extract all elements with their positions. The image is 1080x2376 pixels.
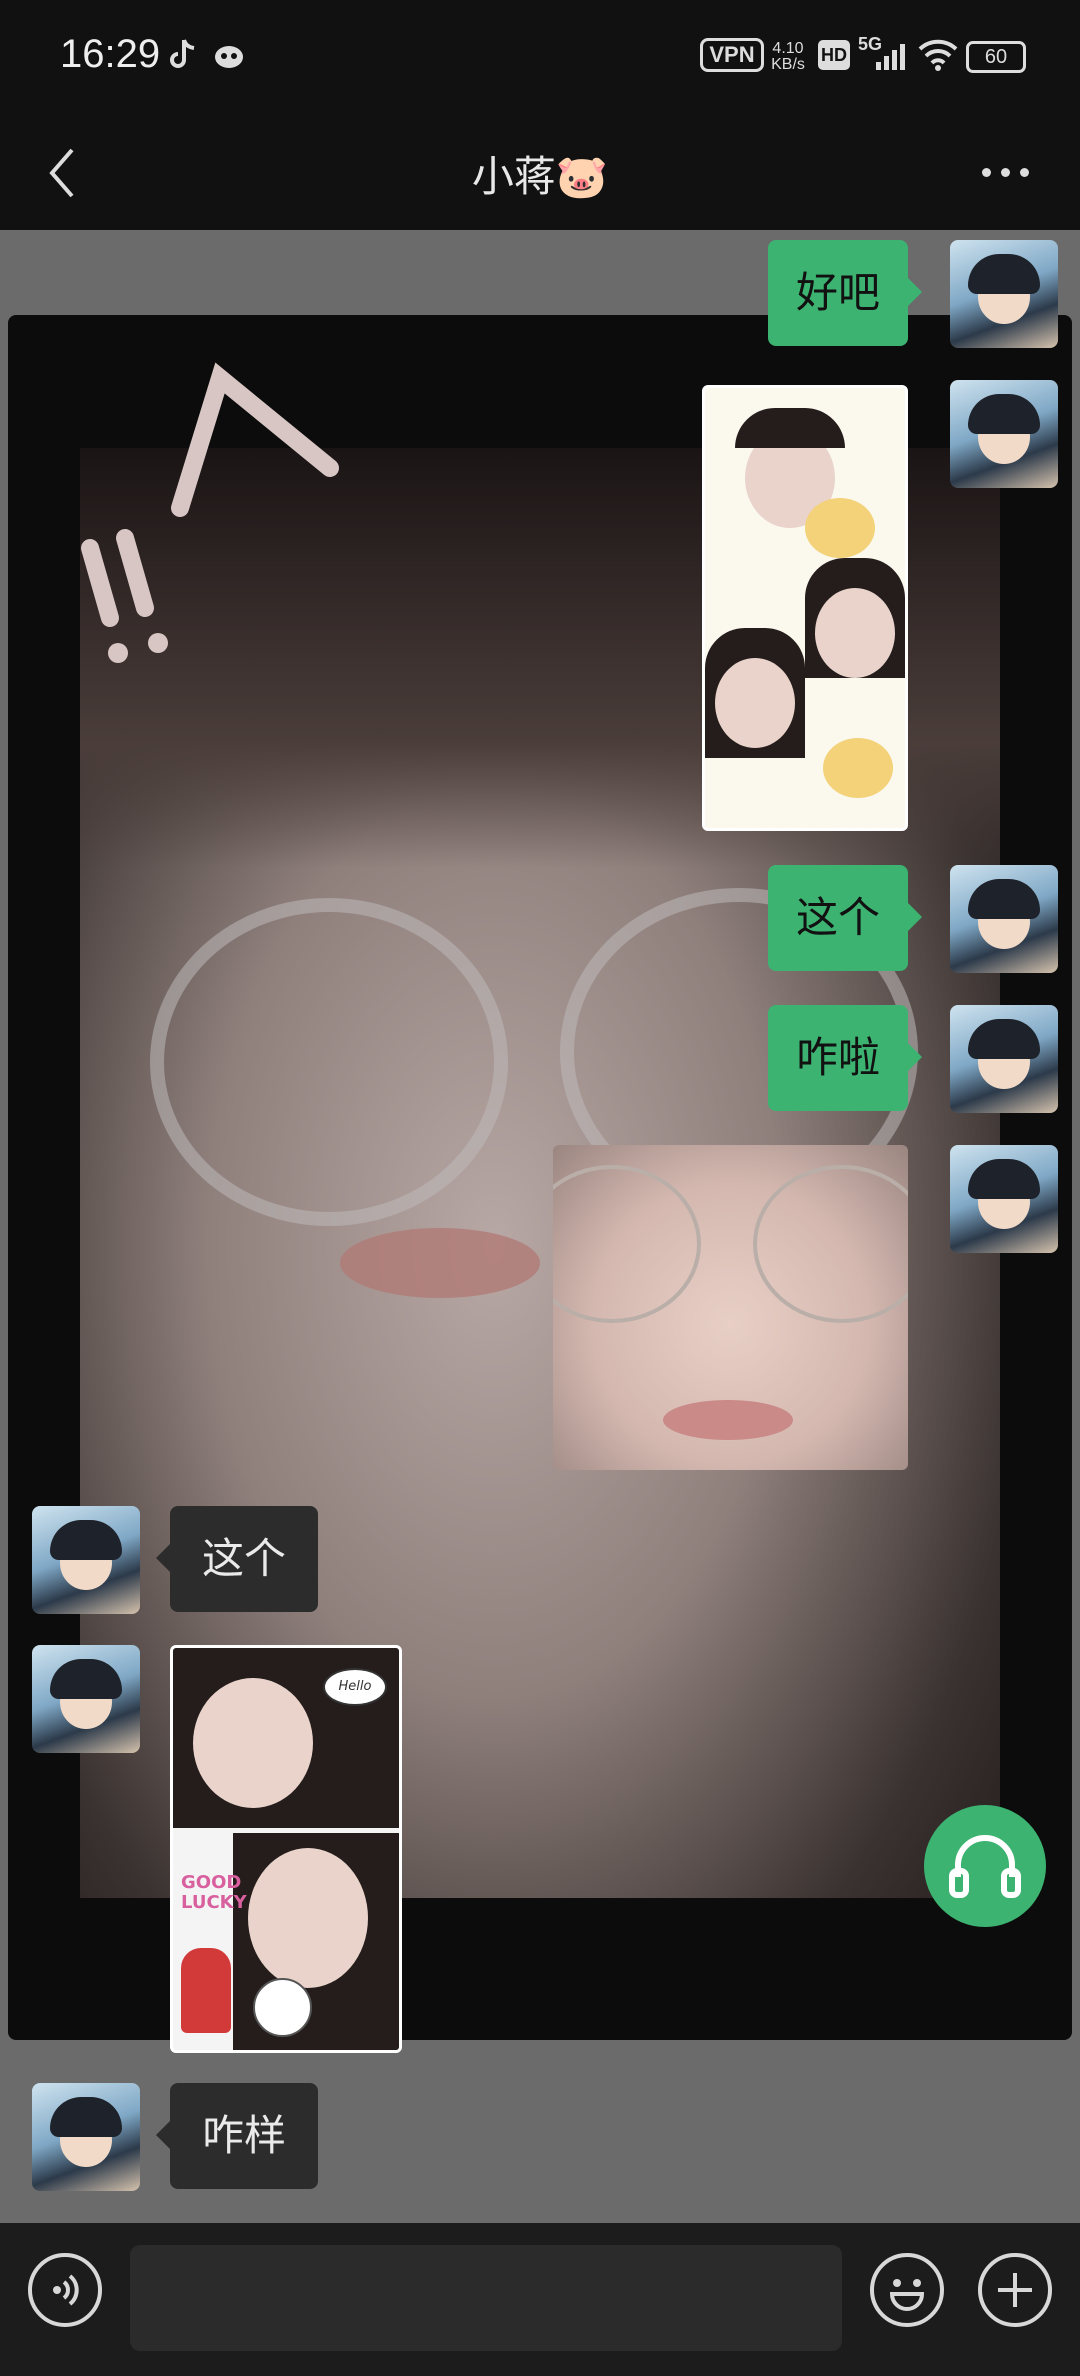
battery-icon: 60 bbox=[966, 41, 1026, 73]
my-avatar[interactable] bbox=[950, 1145, 1058, 1253]
sticker-face bbox=[715, 658, 795, 748]
message-bubble-incoming[interactable]: 这个 bbox=[155, 1506, 319, 1612]
chat-header: 小蒋🐷 bbox=[0, 115, 1080, 230]
wallpaper-doodle bbox=[81, 362, 339, 663]
my-avatar[interactable] bbox=[950, 1005, 1058, 1113]
chat-title: 小蒋🐷 bbox=[471, 152, 609, 201]
sticker-glasses bbox=[553, 1165, 701, 1323]
message-list[interactable]: 好吧 这个 咋啦 这个 Hello GOOD LUCKY 咋样 bbox=[0, 230, 1080, 2223]
message-bubble-incoming[interactable]: 咋样 bbox=[155, 2083, 319, 2189]
pompompurin-sticker bbox=[805, 498, 875, 558]
input-bar bbox=[0, 2223, 1080, 2376]
chat-wallpaper bbox=[8, 315, 1072, 2040]
more-dots-icon[interactable] bbox=[970, 145, 1040, 199]
wifi-icon bbox=[916, 38, 960, 72]
vpn-badge: VPN bbox=[700, 38, 764, 72]
my-avatar[interactable] bbox=[950, 865, 1058, 973]
plus-button[interactable] bbox=[978, 2253, 1052, 2327]
wallpaper-lips bbox=[340, 1228, 540, 1298]
message-bubble-outgoing[interactable]: 这个 bbox=[767, 865, 923, 971]
net-speed: 4.10 KB/s bbox=[766, 40, 810, 74]
chat-screen: 16:29 VPN 4.10 KB/s HD 5G 60 小蒋🐷 好吧 这个 咋… bbox=[0, 0, 1080, 2376]
sticker-hair bbox=[735, 408, 845, 448]
pompompurin-sticker bbox=[823, 738, 893, 798]
headphones-button[interactable] bbox=[924, 1805, 1046, 1927]
battery-level: 60 bbox=[984, 45, 1008, 68]
status-bar: 16:29 VPN 4.10 KB/s HD 5G 60 bbox=[0, 0, 1080, 115]
sticker-glasses bbox=[753, 1165, 908, 1323]
plus-icon bbox=[998, 2273, 1032, 2307]
emoji-icon bbox=[889, 2279, 925, 2311]
hd-badge: HD bbox=[818, 40, 850, 70]
sticker-lips bbox=[663, 1400, 793, 1440]
message-bubble-outgoing[interactable]: 咋啦 bbox=[767, 1005, 923, 1111]
net-speed-value: 4.10 bbox=[772, 40, 804, 57]
signal-label: 5G bbox=[858, 34, 883, 54]
photo-collage-sticker[interactable]: Hello GOOD LUCKY bbox=[170, 1645, 402, 2053]
signal-icon: 5G bbox=[858, 34, 908, 72]
tiktok-icon bbox=[166, 38, 200, 72]
contact-avatar[interactable] bbox=[32, 2083, 140, 2191]
contact-avatar[interactable] bbox=[32, 1645, 140, 1753]
cartoon-dog-sticker bbox=[253, 1978, 312, 2037]
emoji-button[interactable] bbox=[870, 2253, 944, 2327]
app-notification-icon bbox=[212, 38, 246, 72]
message-bubble-outgoing[interactable]: 好吧 bbox=[767, 240, 923, 346]
wallpaper-glasses-left bbox=[150, 898, 508, 1226]
headphones-icon bbox=[949, 1835, 1021, 1898]
sticker-face bbox=[815, 588, 895, 678]
message-input[interactable] bbox=[130, 2245, 842, 2351]
face-photo-sticker[interactable] bbox=[553, 1145, 908, 1470]
sticker-face bbox=[248, 1848, 368, 1988]
status-time: 16:29 bbox=[60, 32, 161, 76]
cartoon-character-sticker bbox=[181, 1948, 231, 2033]
voice-button[interactable] bbox=[28, 2253, 102, 2327]
voice-icon bbox=[53, 2274, 79, 2306]
sticker-good-lucky-text: GOOD LUCKY bbox=[181, 1872, 247, 1913]
sticker-hello-text: Hello bbox=[323, 1668, 387, 1706]
sticker-face bbox=[193, 1678, 313, 1808]
photo-collage-sticker[interactable] bbox=[702, 385, 908, 831]
contact-avatar[interactable] bbox=[32, 1506, 140, 1614]
net-speed-unit: KB/s bbox=[771, 56, 805, 73]
my-avatar[interactable] bbox=[950, 240, 1058, 348]
my-avatar[interactable] bbox=[950, 380, 1058, 488]
